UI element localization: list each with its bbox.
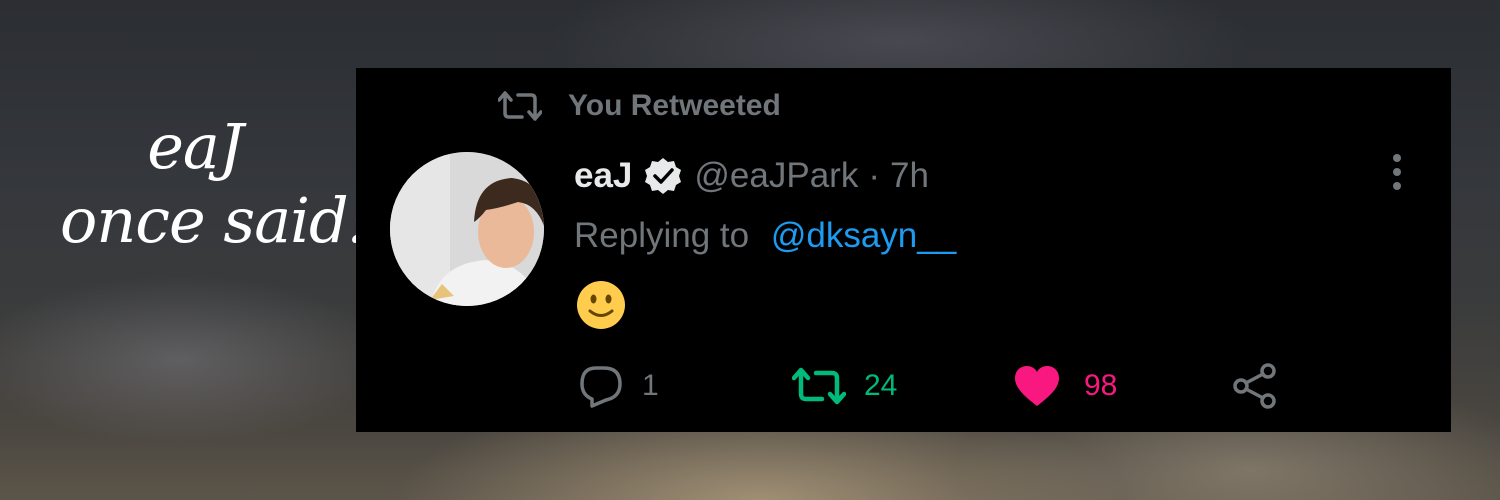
reply-mention-link[interactable]: @dksayn__ — [771, 216, 956, 255]
avatar[interactable] — [390, 152, 544, 306]
retweet-button[interactable]: 24 — [792, 364, 897, 408]
verified-badge-icon — [645, 158, 682, 194]
replying-to: Replying to @dksayn__ — [574, 216, 956, 256]
retweet-context: You Retweeted — [498, 88, 781, 124]
retweet-count: 24 — [864, 369, 898, 402]
slightly-smiling-face-icon — [577, 281, 625, 329]
banner-caption: eaJ once said: — [60, 110, 369, 258]
reply-button[interactable]: 1 — [578, 364, 659, 408]
share-icon — [1233, 363, 1276, 409]
caption-line-2: once said: — [60, 184, 369, 257]
replying-to-label: Replying to — [574, 216, 750, 255]
heart-filled-icon — [1015, 366, 1059, 406]
like-button[interactable]: 98 — [1014, 364, 1117, 408]
retweet-label: You Retweeted — [568, 89, 781, 122]
like-count: 98 — [1084, 369, 1118, 402]
tweet-header: eaJ @eaJPark · 7h — [574, 154, 929, 198]
reply-count: 1 — [642, 369, 659, 402]
header-separator: · — [868, 156, 880, 195]
more-options-icon[interactable] — [1391, 152, 1403, 192]
author-display-name[interactable]: eaJ — [574, 156, 632, 196]
caption-line-1: eaJ — [147, 110, 244, 183]
share-button[interactable] — [1232, 363, 1278, 409]
retweet-icon — [498, 91, 542, 121]
retweet-active-icon — [792, 367, 846, 405]
tweet-card[interactable]: You Retweeted eaJ @eaJPark · 7h Replying… — [356, 68, 1451, 432]
reply-icon — [580, 366, 622, 408]
author-handle[interactable]: @eaJPark — [694, 156, 858, 196]
tweet-timestamp[interactable]: 7h — [890, 156, 929, 196]
